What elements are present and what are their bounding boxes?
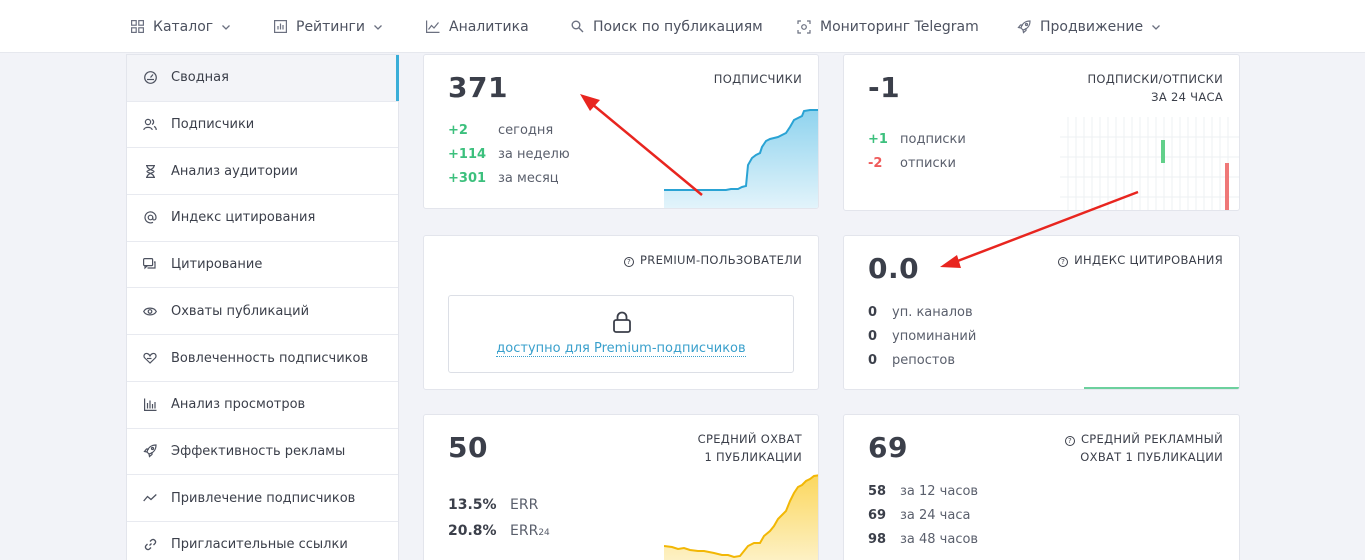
- nav-telegram-monitoring[interactable]: Мониторинг Telegram: [797, 0, 979, 53]
- subscribers-sparkline: [664, 109, 818, 208]
- sidebar-item-label: Индекс цитирования: [171, 210, 316, 226]
- nav-analytics-label: Аналитика: [449, 18, 529, 35]
- average-ad-reach-title: ? СРЕДНИЙ РЕКЛАМНЫЙ ОХВАТ 1 ПУБЛИКАЦИИ: [1064, 430, 1223, 466]
- sidebar-item-label: Привлечение подписчиков: [171, 490, 356, 506]
- citation-index-value: 0.0: [868, 252, 920, 285]
- sidebar-item-invite-links[interactable]: Пригласительные ссылки: [127, 522, 398, 560]
- nav-catalog[interactable]: Каталог: [130, 0, 231, 53]
- users-icon: [143, 118, 157, 132]
- unsubscribe-bar: [1225, 163, 1229, 210]
- eye-icon: [143, 304, 157, 318]
- at-icon: [143, 211, 157, 225]
- nav-analytics[interactable]: Аналитика: [426, 0, 529, 53]
- sidebar-item-label: Охваты публикаций: [171, 303, 310, 319]
- line-chart-icon: [426, 20, 440, 34]
- sidebar-item-label: Подписчики: [171, 117, 255, 133]
- dashboard-icon: [143, 71, 157, 85]
- sidebar-item-subscriber-acquisition[interactable]: Привлечение подписчиков: [127, 475, 398, 522]
- heart-hand-icon: [143, 351, 157, 365]
- nav-ratings-label: Рейтинги: [296, 18, 366, 35]
- lock-icon: [613, 311, 631, 333]
- net-change-value: -1: [868, 71, 901, 104]
- subscribers-title: подписчики: [713, 72, 802, 86]
- sidebar-item-label: Анализ аудитории: [171, 163, 298, 179]
- stat-mentions: 0 упоминаний: [868, 329, 977, 344]
- stat-12h: 58 за 12 часов: [868, 484, 979, 499]
- premium-lock-box: доступно для Premium-подписчиков: [448, 295, 794, 373]
- stat-today: +2 сегодня: [448, 123, 554, 138]
- rocket-icon: [1017, 19, 1031, 34]
- citation-index-title: ? ИНДЕКС ЦИТИРОВАНИЯ: [1058, 251, 1223, 269]
- nav-promotion[interactable]: Продвижение: [1017, 0, 1161, 53]
- sidebar-item-label: Сводная: [171, 70, 229, 86]
- stat-48h: 98 за 48 часов: [868, 532, 979, 547]
- sidebar-item-publication-reach[interactable]: Охваты публикаций: [127, 289, 398, 336]
- monitor-icon: [797, 19, 811, 34]
- quote-icon: [143, 258, 157, 272]
- bar-chart-icon: [273, 20, 287, 34]
- nav-catalog-label: Каталог: [153, 18, 214, 35]
- citation-index-card[interactable]: 0.0 ? ИНДЕКС ЦИТИРОВАНИЯ 0 уп. каналов 0 …: [843, 235, 1240, 390]
- average-reach-card[interactable]: 50 СРЕДНИЙ ОХВАТ 1 ПУБЛИКАЦИИ 13.5% ERR …: [423, 414, 819, 560]
- premium-title: ? PREMIUM-ПОЛЬЗОВАТЕЛИ: [624, 251, 802, 269]
- chevron-down-icon: [373, 22, 383, 32]
- sidebar-item-citations[interactable]: Цитирование: [127, 242, 398, 289]
- chevron-down-icon: [1151, 22, 1161, 32]
- sidebar-item-ad-efficiency[interactable]: Эффективность рекламы: [127, 429, 398, 476]
- trend-icon: [143, 491, 157, 505]
- sidebar-item-summary[interactable]: Сводная: [127, 55, 399, 102]
- help-icon[interactable]: ?: [1064, 436, 1075, 446]
- nav-search-publications[interactable]: Поиск по публикациям: [570, 0, 763, 53]
- sidebar-item-citation-index[interactable]: Индекс цитирования: [127, 195, 398, 242]
- hourglass-icon: [143, 164, 157, 178]
- citation-sparkline: [1084, 387, 1239, 389]
- stat-reposts: 0 репостов: [868, 353, 956, 368]
- sidebar-item-label: Анализ просмотров: [171, 397, 306, 413]
- average-reach-title: СРЕДНИЙ ОХВАТ 1 ПУБЛИКАЦИИ: [697, 432, 802, 464]
- stat-err24: 20.8% ERR 24: [448, 523, 550, 539]
- nav-monitoring-label: Мониторинг Telegram: [820, 18, 979, 35]
- nav-search-label: Поиск по публикациям: [593, 18, 763, 35]
- help-icon[interactable]: ?: [1058, 257, 1069, 267]
- subs-unsubs-title: подписки/отписки за 24 часа: [1087, 72, 1223, 104]
- chevron-down-icon: [221, 22, 231, 32]
- rocket-icon: [143, 444, 157, 459]
- stat-subscribes: +1 подписки: [868, 132, 966, 147]
- bar-chart-icon: [143, 398, 157, 412]
- sidebar-item-label: Эффективность рекламы: [171, 443, 346, 459]
- average-ad-reach-card[interactable]: 69 ? СРЕДНИЙ РЕКЛАМНЫЙ ОХВАТ 1 ПУБЛИКАЦИИ…: [843, 414, 1240, 560]
- sidebar-item-label: Цитирование: [171, 257, 263, 273]
- subscribers-card[interactable]: 371 подписчики +2 сегодня +114 за неделю…: [423, 54, 819, 209]
- subscribers-count: 371: [448, 71, 508, 104]
- premium-users-card: ? PREMIUM-ПОЛЬЗОВАТЕЛИ доступно для Premi…: [423, 235, 819, 390]
- stat-24h: 69 за 24 часа: [868, 508, 971, 523]
- sidebar-item-audience-analysis[interactable]: Анализ аудитории: [127, 148, 398, 196]
- link-icon: [143, 538, 157, 552]
- average-ad-reach-value: 69: [868, 431, 908, 464]
- sidebar: Сводная Подписчики Анализ аудитории Инде…: [126, 54, 399, 560]
- average-reach-value: 50: [448, 431, 488, 464]
- help-icon[interactable]: ?: [624, 257, 635, 267]
- grid-icon: [130, 20, 144, 34]
- sidebar-item-engagement[interactable]: Вовлеченность подписчиков: [127, 335, 398, 382]
- sidebar-item-subscribers[interactable]: Подписчики: [127, 102, 398, 149]
- premium-link[interactable]: доступно для Premium-подписчиков: [449, 341, 793, 357]
- stat-week: +114 за неделю: [448, 147, 570, 162]
- nav-ratings[interactable]: Рейтинги: [273, 0, 383, 53]
- sidebar-item-label: Вовлеченность подписчиков: [171, 350, 369, 366]
- search-icon: [570, 20, 584, 34]
- sidebar-item-views-analysis[interactable]: Анализ просмотров: [127, 382, 398, 429]
- stat-err: 13.5% ERR: [448, 497, 539, 513]
- top-navigation: Каталог Рейтинги Аналитика Поиск по публ…: [0, 0, 1365, 53]
- nav-promotion-label: Продвижение: [1040, 18, 1144, 35]
- subs-unsubs-card[interactable]: -1 подписки/отписки за 24 часа +1 подпис…: [843, 54, 1240, 211]
- reach-sparkline: [664, 474, 818, 560]
- stat-month: +301 за месяц: [448, 171, 559, 186]
- sidebar-item-label: Пригласительные ссылки: [171, 537, 348, 553]
- stat-channels: 0 уп. каналов: [868, 305, 973, 320]
- subscribe-bar: [1161, 140, 1165, 163]
- subs-unsubs-bar-chart: [1060, 117, 1239, 210]
- stat-unsubscribes: -2 отписки: [868, 156, 956, 171]
